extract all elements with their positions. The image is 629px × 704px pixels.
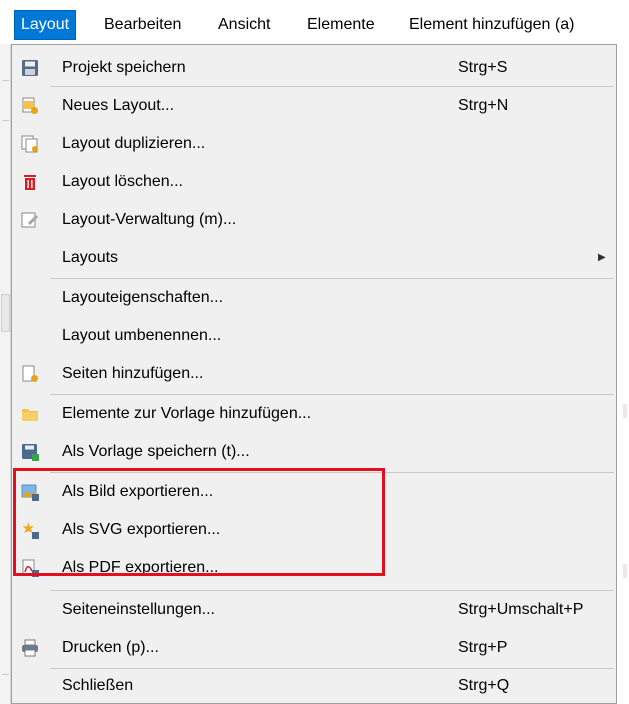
menu-item-shortcut: Strg+P [458, 639, 508, 656]
menu-item-layouts[interactable]: Layouts ▶ [12, 242, 616, 274]
menu-elemente[interactable]: Elemente [301, 10, 381, 40]
separator [50, 278, 614, 279]
separator [50, 394, 614, 395]
separator [50, 590, 614, 591]
menu-bearbeiten[interactable]: Bearbeiten [98, 10, 187, 40]
menu-item-label: Seiteneinstellungen... [62, 601, 215, 618]
menu-item-shortcut: Strg+Q [458, 677, 510, 694]
menu-item-layout-loeschen[interactable]: Layout löschen... [12, 166, 616, 198]
save-template-icon [22, 444, 39, 461]
menu-item-label: Neues Layout... [62, 97, 175, 114]
menu-item-layouteigenschaften[interactable]: Layouteigenschaften... [12, 282, 616, 314]
menu-item-label: Drucken (p)... [62, 639, 159, 656]
menu-item-label: Als Vorlage speichern (t)... [62, 443, 250, 460]
menu-item-label: Projekt speichern [62, 59, 186, 76]
menu-ansicht[interactable]: Ansicht [212, 10, 276, 40]
new-layout-icon [22, 97, 38, 114]
menu-item-shortcut: Strg+N [458, 97, 509, 114]
menu-item-label: Layout-Verwaltung (m)... [62, 211, 237, 228]
separator [50, 86, 614, 87]
menu-item-neues-layout[interactable]: Neues Layout... Strg+N [12, 90, 616, 122]
menu-item-layout-duplizieren[interactable]: Layout duplizieren... [12, 128, 616, 160]
menu-item-drucken[interactable]: Drucken (p)... Strg+P [12, 632, 616, 664]
window-right-edge [617, 44, 629, 704]
menu-layout[interactable]: Layout [14, 10, 77, 40]
folder-icon [22, 409, 38, 421]
menu-item-layout-verwaltung[interactable]: Layout-Verwaltung (m)... [12, 204, 616, 236]
add-pages-icon [22, 365, 38, 382]
menu-element-hinzufuegen[interactable]: Element hinzufügen (a) [403, 10, 580, 40]
menu-item-label: Layout umbenennen... [62, 327, 222, 344]
menu-item-label: Seiten hinzufügen... [62, 365, 204, 382]
menu-item-label: Schließen [62, 677, 134, 694]
trash-icon [24, 175, 36, 190]
window-left-edge [0, 44, 11, 704]
menu-item-label: Layouteigenschaften... [62, 289, 224, 306]
menu-item-label: Elemente zur Vorlage hinzufügen... [62, 405, 312, 422]
menu-item-projekt-speichern[interactable]: Projekt speichern Strg+S [12, 52, 616, 84]
menu-item-seiten-hinzufuegen[interactable]: Seiten hinzufügen... [12, 358, 616, 390]
save-icon [22, 60, 38, 76]
printer-icon [22, 639, 38, 657]
layout-dropdown-menu: Projekt speichern Strg+S Neues Layout...… [11, 44, 617, 704]
menu-item-shortcut: Strg+S [458, 59, 508, 76]
menu-item-label: Layout duplizieren... [62, 135, 206, 152]
menu-item-layout-umbenennen[interactable]: Layout umbenennen... [12, 320, 616, 352]
layout-manager-icon [21, 212, 38, 228]
export-highlight-box [13, 468, 385, 576]
menu-item-schliessen[interactable]: Schließen Strg+Q [12, 670, 616, 702]
menu-bar: Layout Bearbeiten Ansicht Elemente Eleme… [0, 0, 629, 44]
menu-item-als-vorlage-speichern[interactable]: Als Vorlage speichern (t)... [12, 436, 616, 468]
menu-item-label: Layout löschen... [62, 173, 183, 190]
menu-item-elemente-zur-vorlage[interactable]: Elemente zur Vorlage hinzufügen... [12, 398, 616, 430]
menu-item-label: Layouts [62, 249, 119, 266]
submenu-arrow-icon: ▶ [598, 252, 606, 263]
duplicate-layout-icon [21, 135, 38, 153]
menu-item-shortcut: Strg+Umschalt+P [458, 601, 584, 618]
menu-item-seiteneinstellungen[interactable]: Seiteneinstellungen... Strg+Umschalt+P [12, 594, 616, 626]
separator [50, 668, 614, 669]
